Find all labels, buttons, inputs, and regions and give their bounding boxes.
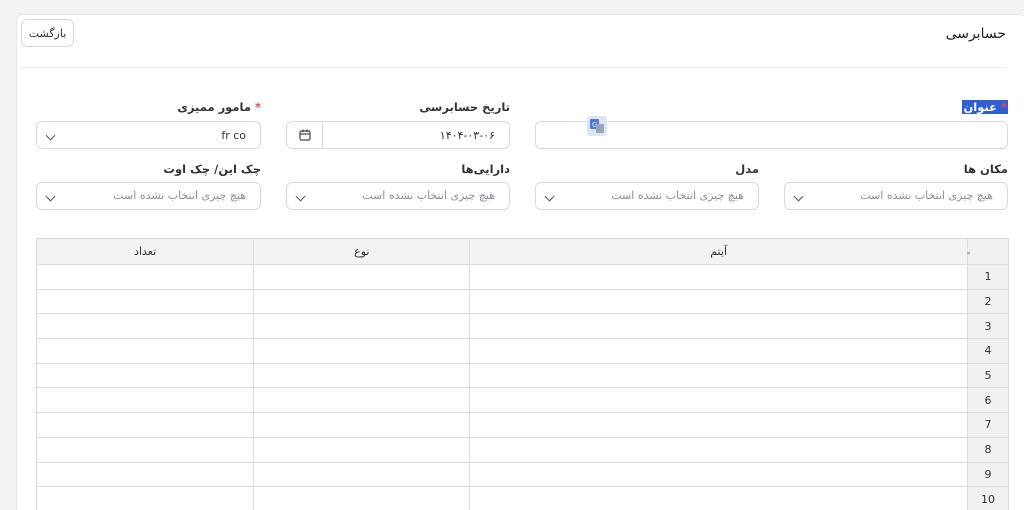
count-cell[interactable] — [35, 412, 255, 438]
table-row: 9 — [35, 461, 1010, 488]
item-cell[interactable] — [469, 264, 968, 290]
row-number: 6 — [966, 387, 1010, 414]
page-title: حسابرسی — [945, 26, 1006, 42]
count-cell[interactable] — [35, 486, 255, 510]
places-select[interactable]: هیچ چیزی انتخاب نشده است — [784, 182, 1008, 210]
row-number: 4 — [966, 338, 1010, 364]
type-cell[interactable] — [253, 436, 471, 463]
row-number: 5 — [966, 362, 1010, 389]
model-field-label: مدل — [735, 162, 759, 176]
assets-placeholder: هیچ چیزی انتخاب نشده است — [362, 189, 495, 202]
calendar-button[interactable] — [287, 122, 323, 148]
count-cell[interactable] — [35, 461, 255, 488]
places-field-label: مکان ها — [963, 162, 1008, 176]
row-number: 10 — [966, 486, 1010, 510]
count-cell[interactable] — [35, 436, 255, 463]
places-placeholder: هیچ چیزی انتخاب نشده است — [860, 189, 993, 202]
assets-select[interactable]: هیچ چیزی انتخاب نشده است — [286, 182, 510, 210]
table-row: 4 — [35, 338, 1010, 364]
items-table: تعداد نوع آیتم ◂ 1 2 3 4 5 6 7 8 9 10 — [35, 238, 1010, 510]
type-cell[interactable] — [253, 362, 471, 389]
item-cell[interactable] — [469, 486, 968, 510]
count-cell[interactable] — [35, 387, 255, 414]
table-row: 3 — [35, 313, 1010, 340]
chevron-down-icon — [45, 191, 56, 202]
item-cell[interactable] — [469, 338, 968, 364]
row-number: 8 — [966, 436, 1010, 463]
column-header-count[interactable]: تعداد — [35, 238, 255, 265]
chevron-down-icon — [793, 191, 804, 202]
model-placeholder: هیچ چیزی انتخاب نشده است — [611, 189, 744, 202]
table-row: 8 — [35, 436, 1010, 463]
table-row: 5 — [35, 362, 1010, 389]
title-field-label: * عنوان — [962, 100, 1008, 114]
count-cell[interactable] — [35, 313, 255, 340]
audit-date-value: ۱۴۰۴-۰۳-۰۶ — [439, 129, 495, 142]
checkinout-placeholder: هیچ چیزی انتخاب نشده است — [113, 189, 246, 202]
table-row: 6 — [35, 387, 1010, 414]
type-cell[interactable] — [253, 313, 471, 340]
chevron-down-icon — [295, 191, 306, 202]
type-cell[interactable] — [253, 486, 471, 510]
checkinout-select[interactable]: هیچ چیزی انتخاب نشده است — [36, 182, 261, 210]
type-cell[interactable] — [253, 461, 471, 488]
item-cell[interactable] — [469, 387, 968, 414]
back-button[interactable]: بازگشت — [21, 19, 74, 47]
table-row: 10 — [35, 486, 1010, 510]
row-number: 3 — [966, 313, 1010, 340]
header-divider — [20, 67, 1006, 68]
type-cell[interactable] — [253, 412, 471, 438]
audit-date-input[interactable]: ۱۴۰۴-۰۳-۰۶ — [286, 121, 510, 149]
item-cell[interactable] — [469, 313, 968, 340]
auditor-value: fr co — [221, 129, 246, 142]
count-cell[interactable] — [35, 288, 255, 315]
table-row: 7 — [35, 412, 1010, 438]
table-header-row: تعداد نوع آیتم ◂ — [35, 238, 1010, 265]
item-cell[interactable] — [469, 362, 968, 389]
translate-icon[interactable]: G — [587, 116, 607, 136]
count-cell[interactable] — [35, 362, 255, 389]
row-number: 9 — [966, 461, 1010, 488]
calendar-icon — [298, 129, 311, 141]
item-cell[interactable] — [469, 461, 968, 488]
date-field-label: تاریخ حسابرسی — [419, 100, 510, 114]
row-number: 1 — [966, 264, 1010, 290]
count-cell[interactable] — [35, 264, 255, 290]
type-cell[interactable] — [253, 288, 471, 315]
table-row: 2 — [35, 288, 1010, 315]
item-cell[interactable] — [469, 412, 968, 438]
chevron-down-icon — [45, 130, 56, 141]
row-number: 7 — [966, 412, 1010, 438]
checkinout-field-label: چک این/ چک اوت — [163, 162, 261, 176]
chevron-down-icon — [544, 191, 555, 202]
row-header-corner: ◂ — [966, 238, 1010, 265]
type-cell[interactable] — [253, 387, 471, 414]
assets-field-label: دارایی‌ها — [461, 162, 510, 176]
auditor-field-label: * مامور ممیزی — [177, 100, 261, 114]
column-header-type[interactable]: نوع — [253, 238, 471, 265]
table-row: 1 — [35, 264, 1010, 290]
count-cell[interactable] — [35, 338, 255, 364]
item-cell[interactable] — [469, 288, 968, 315]
row-number: 2 — [966, 288, 1010, 315]
type-cell[interactable] — [253, 264, 471, 290]
type-cell[interactable] — [253, 338, 471, 364]
auditor-select[interactable]: fr co — [36, 121, 261, 149]
column-header-item[interactable]: آیتم — [469, 238, 968, 265]
model-select[interactable]: هیچ چیزی انتخاب نشده است — [535, 182, 759, 210]
item-cell[interactable] — [469, 436, 968, 463]
